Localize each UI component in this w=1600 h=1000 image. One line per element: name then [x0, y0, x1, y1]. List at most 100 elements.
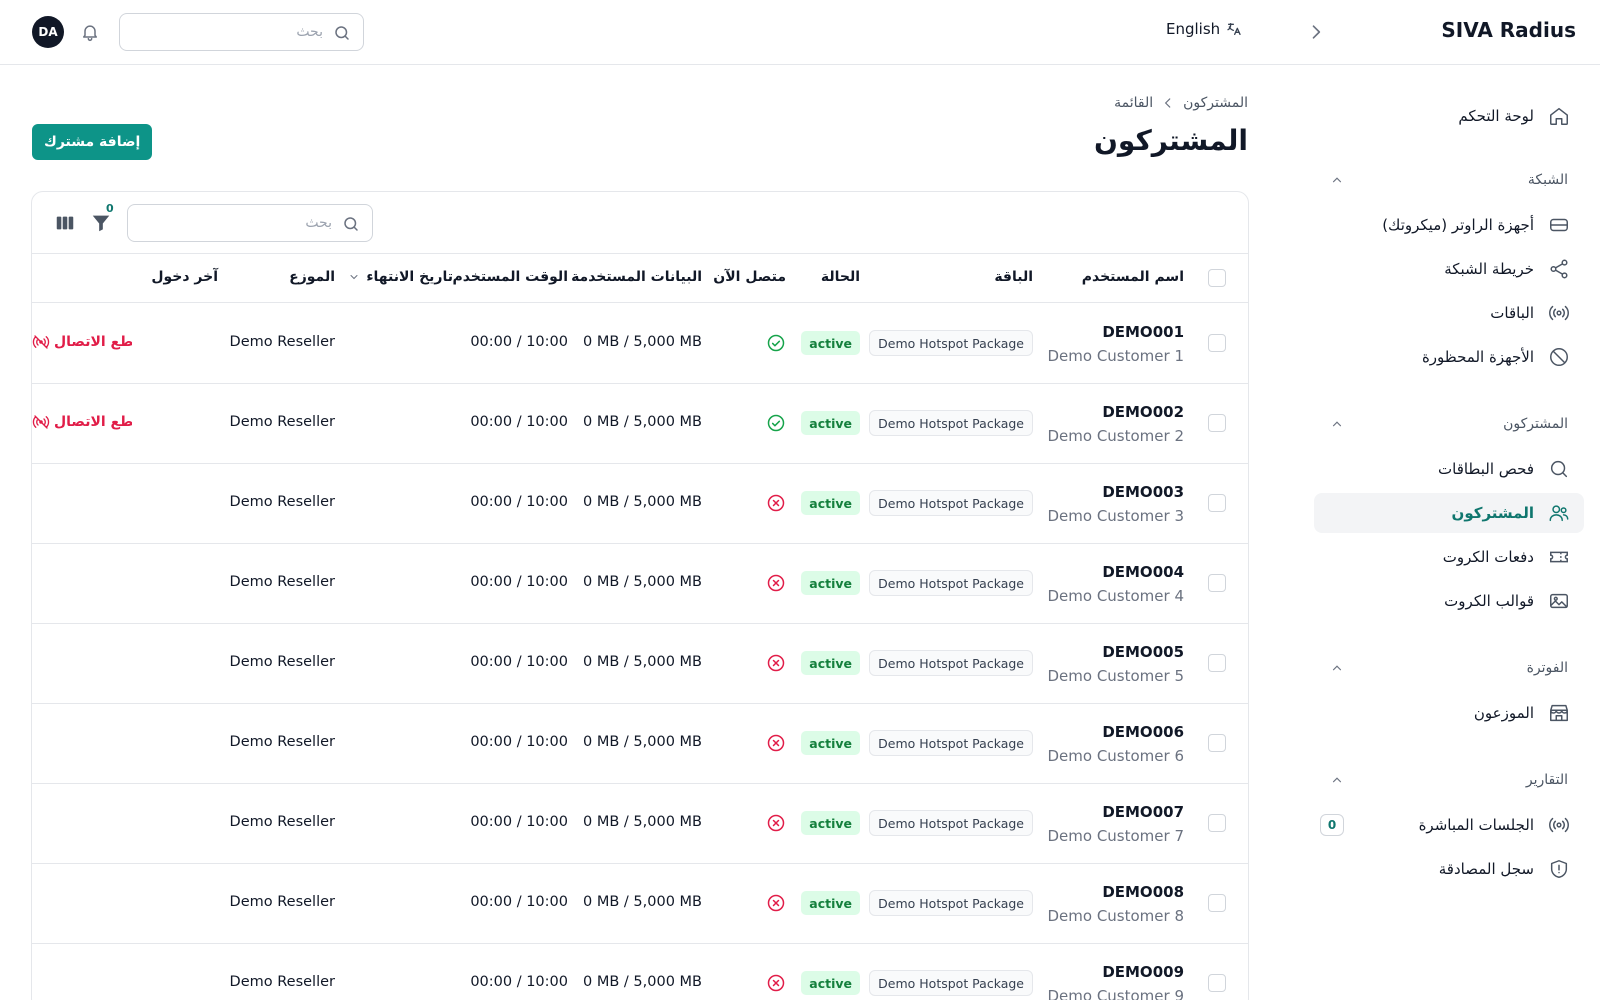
row-checkbox[interactable] — [1208, 654, 1226, 672]
column-header-expiry-label: تاريخ الانتهاء — [366, 269, 453, 285]
sidebar-section-billing[interactable]: الفوترة — [1314, 656, 1584, 680]
sidebar-item-subscribers[interactable]: المشتركون — [1314, 493, 1584, 533]
username-cell[interactable]: DEMO007 Demo Customer 7 — [1047, 803, 1184, 845]
table-row[interactable]: DEMO002 Demo Customer 2 Demo Hotspot Packa… — [32, 383, 1248, 464]
username-cell[interactable]: DEMO004 Demo Customer 4 — [1047, 563, 1184, 605]
header-search-input[interactable] — [133, 22, 323, 42]
username[interactable]: DEMO008 — [1047, 883, 1184, 901]
sidebar-item-resellers[interactable]: الموزعون — [1314, 693, 1584, 733]
sidebar-section-title: المشتركون — [1503, 416, 1568, 432]
disconnect-label: قطع الاتصال — [54, 414, 132, 430]
sidebar-item-network-map[interactable]: خريطة الشبكة — [1314, 249, 1584, 289]
sidebar-item-label: قوالب الكروت — [1444, 592, 1534, 610]
table-search-input[interactable] — [142, 213, 332, 233]
column-header-online[interactable]: متصل الآن — [713, 269, 786, 285]
check-circle-icon — [766, 333, 786, 353]
sidebar-section-subscribers[interactable]: المشتركون — [1314, 412, 1584, 436]
column-header-status[interactable]: الحالة — [821, 269, 860, 285]
bell-icon[interactable] — [80, 22, 100, 42]
table-row[interactable]: DEMO004 Demo Customer 4 Demo Hotspot Packa… — [32, 543, 1248, 624]
app-brand[interactable]: SIVA Radius — [1441, 18, 1576, 42]
live-sessions-count-badge: 0 — [1320, 814, 1344, 836]
avatar[interactable]: DA — [32, 16, 64, 48]
table-search[interactable] — [127, 204, 373, 242]
username[interactable]: DEMO003 — [1047, 483, 1184, 501]
row-checkbox[interactable] — [1208, 574, 1226, 592]
sidebar-item-label: لوحة التحكم — [1458, 107, 1534, 125]
sidebar-item-card-templates[interactable]: قوالب الكروت — [1314, 581, 1584, 621]
table-row[interactable]: DEMO007 Demo Customer 7 Demo Hotspot Packa… — [32, 783, 1248, 864]
router-icon — [1548, 214, 1570, 236]
chevron-right-icon[interactable] — [1306, 22, 1326, 42]
username-cell[interactable]: DEMO003 Demo Customer 3 — [1047, 483, 1184, 525]
disconnect-label: قطع الاتصال — [54, 334, 132, 350]
column-header-package[interactable]: الباقة — [994, 269, 1033, 285]
column-header-data-used[interactable]: البيانات المستخدمة — [571, 269, 702, 285]
column-header-expiry[interactable]: تاريخ الانتهاء — [348, 269, 453, 285]
sidebar-item-packages[interactable]: الباقات — [1314, 293, 1584, 333]
row-checkbox[interactable] — [1208, 494, 1226, 512]
column-header-reseller[interactable]: الموزع — [289, 269, 335, 285]
sidebar-item-label: خريطة الشبكة — [1444, 260, 1534, 278]
add-subscriber-button[interactable]: إضافة مشترك — [32, 124, 153, 160]
username-cell[interactable]: DEMO008 Demo Customer 8 — [1047, 883, 1184, 925]
username-cell[interactable]: DEMO005 Demo Customer 5 — [1047, 643, 1184, 685]
table-row[interactable]: DEMO001 Demo Customer 1 Demo Hotspot Packa… — [32, 303, 1248, 384]
row-checkbox[interactable] — [1208, 334, 1226, 352]
table-row[interactable]: DEMO009 Demo Customer 9 Demo Hotspot Packa… — [32, 943, 1248, 1000]
sidebar-item-dashboard[interactable]: لوحة التحكم — [1314, 96, 1584, 136]
column-header-last-login[interactable]: آخر دخول — [151, 269, 218, 285]
username-cell[interactable]: DEMO001 Demo Customer 1 — [1047, 323, 1184, 365]
username[interactable]: DEMO009 — [1047, 963, 1184, 981]
sidebar-item-live-sessions[interactable]: الجلسات المباشرة 0 — [1314, 805, 1584, 845]
row-checkbox[interactable] — [1208, 974, 1226, 992]
table-row[interactable]: DEMO008 Demo Customer 8 Demo Hotspot Packa… — [32, 863, 1248, 944]
header-search[interactable] — [119, 13, 364, 51]
store-icon — [1548, 702, 1570, 724]
chevron-up-icon — [1330, 173, 1344, 187]
columns-icon[interactable] — [54, 212, 76, 234]
username[interactable]: DEMO001 — [1047, 323, 1184, 341]
check-circle-icon — [766, 413, 786, 433]
sidebar-section-network[interactable]: الشبكة — [1314, 168, 1584, 192]
time-used: 00:00 / 10:00 — [470, 494, 568, 510]
sidebar-item-routers[interactable]: أجهزة الراوتر (ميكروتك) — [1314, 205, 1584, 245]
breadcrumb-parent[interactable]: المشتركون — [1183, 95, 1248, 111]
disconnect-button[interactable]: قطع الاتصال — [32, 413, 132, 431]
table-row[interactable]: DEMO006 Demo Customer 6 Demo Hotspot Packa… — [32, 703, 1248, 784]
time-used: 00:00 / 10:00 — [470, 894, 568, 910]
select-all-checkbox[interactable] — [1208, 269, 1226, 287]
sidebar-item-card-check[interactable]: فحص البطاقات — [1314, 449, 1584, 489]
username[interactable]: DEMO007 — [1047, 803, 1184, 821]
share-icon — [1548, 258, 1570, 280]
table-row[interactable]: DEMO005 Demo Customer 5 Demo Hotspot Packa… — [32, 623, 1248, 704]
x-circle-icon — [766, 493, 786, 513]
row-checkbox[interactable] — [1208, 814, 1226, 832]
username-cell[interactable]: DEMO006 Demo Customer 6 — [1047, 723, 1184, 765]
username-cell[interactable]: DEMO009 Demo Customer 9 — [1047, 963, 1184, 1000]
status-badge: active — [801, 331, 860, 355]
time-used: 00:00 / 10:00 — [470, 414, 568, 430]
sidebar-section-reports[interactable]: التقارير — [1314, 768, 1584, 792]
column-header-time-used[interactable]: الوقت المستخدم — [452, 269, 568, 285]
x-circle-icon — [766, 973, 786, 993]
sidebar-item-label: الباقات — [1490, 304, 1534, 322]
language-switcher[interactable]: English — [1166, 20, 1242, 38]
column-header-username[interactable]: اسم المستخدم — [1082, 269, 1184, 285]
row-checkbox[interactable] — [1208, 734, 1226, 752]
username[interactable]: DEMO004 — [1047, 563, 1184, 581]
reseller-name: Demo Reseller — [229, 814, 335, 830]
username-cell[interactable]: DEMO002 Demo Customer 2 — [1047, 403, 1184, 445]
sidebar-item-blocked-devices[interactable]: الأجهزة المحظورة — [1314, 337, 1584, 377]
signal-off-icon — [32, 413, 50, 431]
filter-icon[interactable] — [90, 212, 112, 234]
username[interactable]: DEMO006 — [1047, 723, 1184, 741]
row-checkbox[interactable] — [1208, 894, 1226, 912]
username[interactable]: DEMO002 — [1047, 403, 1184, 421]
sidebar-item-auth-log[interactable]: سجل المصادقة — [1314, 849, 1584, 889]
username[interactable]: DEMO005 — [1047, 643, 1184, 661]
sidebar-item-card-batches[interactable]: دفعات الكروت — [1314, 537, 1584, 577]
table-row[interactable]: DEMO003 Demo Customer 3 Demo Hotspot Packa… — [32, 463, 1248, 544]
disconnect-button[interactable]: قطع الاتصال — [32, 333, 132, 351]
row-checkbox[interactable] — [1208, 414, 1226, 432]
